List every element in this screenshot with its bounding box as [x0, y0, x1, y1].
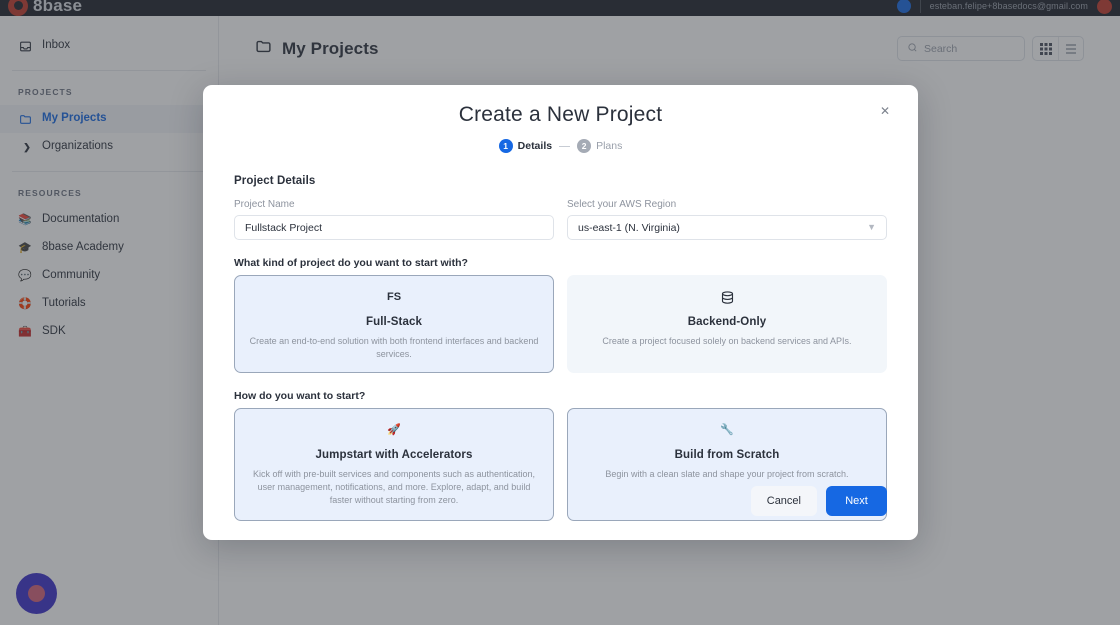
- option-title: Build from Scratch: [582, 449, 872, 461]
- step-connector: [559, 146, 570, 147]
- project-name-label: Project Name: [234, 199, 554, 210]
- modal-actions: Cancel Next: [751, 486, 887, 516]
- step-plans[interactable]: 2 Plans: [577, 139, 622, 153]
- form-row: Project Name Select your AWS Region us-e…: [234, 199, 887, 240]
- start-method-question: How do you want to start?: [234, 390, 887, 402]
- project-name-input[interactable]: [234, 215, 554, 240]
- modal-title: Create a New Project: [234, 85, 887, 127]
- option-title: Backend-Only: [582, 316, 872, 328]
- section-title: Project Details: [234, 175, 887, 187]
- step-label: Plans: [596, 141, 622, 152]
- region-select[interactable]: us-east-1 (N. Virginia) ▼: [567, 215, 887, 240]
- region-selected-value: us-east-1 (N. Virginia): [578, 222, 680, 234]
- region-field-wrap: Select your AWS Region us-east-1 (N. Vir…: [567, 199, 887, 240]
- project-name-field-wrap: Project Name: [234, 199, 554, 240]
- cancel-button[interactable]: Cancel: [751, 486, 817, 516]
- fs-text-icon: FS: [249, 288, 539, 306]
- option-jumpstart-accelerators[interactable]: 🚀 Jumpstart with Accelerators Kick off w…: [234, 408, 554, 521]
- next-button[interactable]: Next: [826, 486, 887, 516]
- option-description: Begin with a clean slate and shape your …: [582, 468, 872, 481]
- step-label: Details: [518, 141, 552, 152]
- option-description: Create an end-to-end solution with both …: [249, 335, 539, 361]
- rocket-icon: 🚀: [249, 421, 539, 439]
- project-kind-question: What kind of project do you want to star…: [234, 257, 887, 269]
- option-description: Create a project focused solely on backe…: [582, 335, 872, 348]
- stepper: 1 Details 2 Plans: [234, 139, 887, 153]
- create-project-modal: Create a New Project ✕ 1 Details 2 Plans…: [203, 85, 918, 540]
- option-title: Jumpstart with Accelerators: [249, 449, 539, 461]
- step-number: 2: [577, 139, 591, 153]
- option-description: Kick off with pre-built services and com…: [249, 468, 539, 507]
- region-label: Select your AWS Region: [567, 199, 887, 210]
- wrench-icon: 🔧: [582, 421, 872, 439]
- database-icon: [582, 288, 872, 306]
- project-kind-options: FS Full-Stack Create an end-to-end solut…: [234, 275, 887, 373]
- option-title: Full-Stack: [249, 316, 539, 328]
- chevron-down-icon: ▼: [867, 223, 876, 232]
- step-details[interactable]: 1 Details: [499, 139, 552, 153]
- close-icon[interactable]: ✕: [880, 105, 890, 117]
- option-backend-only[interactable]: Backend-Only Create a project focused so…: [567, 275, 887, 373]
- step-number: 1: [499, 139, 513, 153]
- option-full-stack[interactable]: FS Full-Stack Create an end-to-end solut…: [234, 275, 554, 373]
